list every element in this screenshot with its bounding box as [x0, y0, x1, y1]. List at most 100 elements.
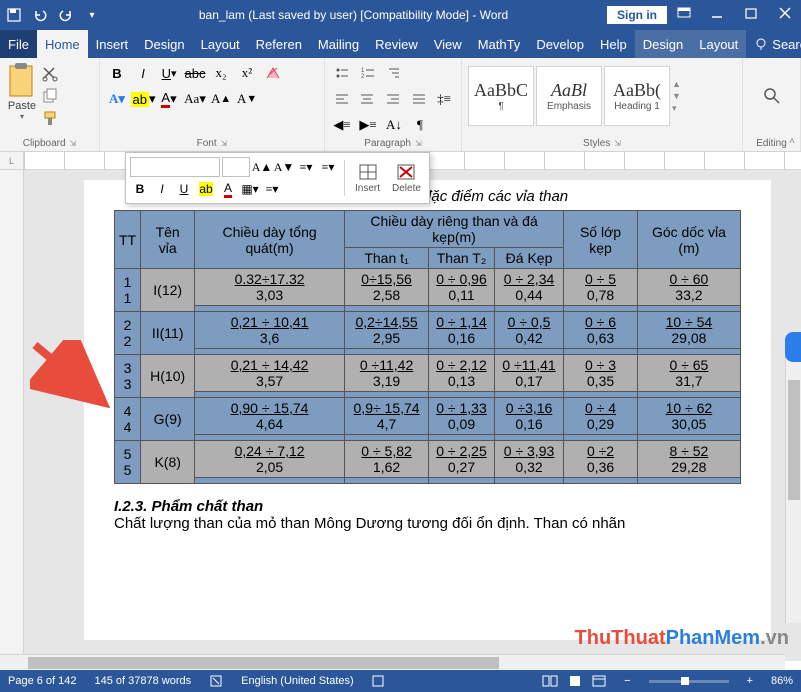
- mini-toolbar: A▲ A▼ ≡▾ ≡▾ B I U ab A ▦▾ ≡▾ Insert Dele…: [125, 152, 430, 204]
- align-left-button[interactable]: [331, 88, 353, 110]
- bullets-button[interactable]: [331, 62, 353, 84]
- format-painter-icon[interactable]: [42, 110, 58, 126]
- status-macro-icon[interactable]: [372, 675, 384, 687]
- status-language[interactable]: English (United States): [241, 675, 354, 687]
- paste-icon: [6, 62, 38, 100]
- horizontal-scrollbar[interactable]: [0, 654, 785, 670]
- tab-insert[interactable]: Insert: [88, 30, 137, 58]
- view-read-icon[interactable]: [542, 675, 558, 687]
- mini-font-color[interactable]: A: [218, 179, 238, 199]
- style-emphasis[interactable]: AaBlEmphasis: [536, 66, 602, 126]
- minimize-icon[interactable]: [711, 7, 727, 23]
- align-right-button[interactable]: [382, 88, 404, 110]
- strikethrough-button[interactable]: abc: [184, 62, 206, 84]
- status-page[interactable]: Page 6 of 142: [8, 675, 77, 687]
- grow-font-button[interactable]: A▲: [210, 88, 232, 110]
- multilevel-button[interactable]: [383, 62, 405, 84]
- mini-italic[interactable]: I: [152, 179, 172, 199]
- numbering-button[interactable]: 12: [357, 62, 379, 84]
- qat-dropdown-icon[interactable]: ▾: [84, 7, 100, 23]
- mini-grow-font[interactable]: A▲: [252, 157, 272, 177]
- ribbon-options-icon[interactable]: [677, 7, 693, 23]
- mini-borders-icon[interactable]: ▦▾: [240, 179, 260, 199]
- mini-delete-button[interactable]: Delete: [388, 163, 425, 194]
- line-spacing-button[interactable]: ‡≡: [433, 88, 455, 110]
- tab-review[interactable]: Review: [367, 30, 426, 58]
- tab-file[interactable]: File: [0, 30, 37, 58]
- shrink-font-button[interactable]: A▼: [236, 88, 258, 110]
- clipboard-launcher-icon[interactable]: ⇲: [70, 139, 77, 148]
- mini-bullets-icon[interactable]: ≡▾: [296, 157, 316, 177]
- styles-launcher-icon[interactable]: ⇲: [614, 139, 621, 148]
- mini-shrink-font[interactable]: A▼: [274, 157, 294, 177]
- find-icon[interactable]: [762, 86, 782, 106]
- undo-icon[interactable]: [32, 7, 48, 23]
- vertical-scrollbar[interactable]: [785, 340, 801, 623]
- mini-insert-button[interactable]: Insert: [351, 163, 384, 194]
- copy-icon[interactable]: [42, 88, 58, 104]
- font-launcher-icon[interactable]: ⇲: [221, 139, 228, 148]
- mini-font-name[interactable]: [130, 157, 220, 177]
- underline-button[interactable]: U▾: [158, 62, 180, 84]
- styles-down-icon[interactable]: ▼: [672, 91, 686, 101]
- tab-developer[interactable]: Develop: [528, 30, 592, 58]
- tab-design[interactable]: Design: [136, 30, 192, 58]
- status-words[interactable]: 145 of 37878 words: [95, 675, 192, 687]
- show-marks-button[interactable]: ¶: [409, 114, 431, 136]
- redo-icon[interactable]: [58, 7, 74, 23]
- tab-selector[interactable]: L: [0, 152, 24, 169]
- mini-bold[interactable]: B: [130, 179, 150, 199]
- align-center-button[interactable]: [357, 88, 379, 110]
- zoom-in-icon[interactable]: +: [747, 675, 753, 687]
- mini-align-icon[interactable]: ≡▾: [262, 179, 282, 199]
- cut-icon[interactable]: [42, 66, 58, 82]
- close-icon[interactable]: [779, 7, 795, 23]
- mini-underline[interactable]: U: [174, 179, 194, 199]
- highlight-button[interactable]: ab▾: [132, 88, 154, 110]
- mini-font-size[interactable]: [222, 157, 250, 177]
- style-normal[interactable]: AaBbC¶: [468, 66, 534, 126]
- paragraph-launcher-icon[interactable]: ⇲: [415, 139, 422, 148]
- data-table[interactable]: TT Tên vỉa Chiều dày tổng quát(m) Chiều …: [114, 210, 741, 484]
- sort-button[interactable]: A↓: [383, 114, 405, 136]
- superscript-button[interactable]: x²: [236, 62, 258, 84]
- increase-indent-button[interactable]: ▶≡: [357, 114, 379, 136]
- tab-mailings[interactable]: Mailing: [310, 30, 367, 58]
- font-color-button[interactable]: A▾: [158, 88, 180, 110]
- tab-view[interactable]: View: [426, 30, 470, 58]
- tab-layout[interactable]: Layout: [193, 30, 248, 58]
- zoom-level[interactable]: 86%: [771, 675, 793, 687]
- tab-table-layout[interactable]: Layout: [691, 30, 746, 58]
- tab-table-design[interactable]: Design: [635, 30, 691, 58]
- styles-up-icon[interactable]: ▲: [672, 79, 686, 89]
- zoom-out-icon[interactable]: −: [624, 675, 630, 687]
- text-effects-button[interactable]: A▾: [106, 88, 128, 110]
- view-print-icon[interactable]: [568, 675, 582, 687]
- collapse-ribbon-icon[interactable]: ˄: [789, 136, 795, 147]
- view-web-icon[interactable]: [592, 675, 606, 687]
- tab-mathtype[interactable]: MathTy: [470, 30, 529, 58]
- italic-button[interactable]: I: [132, 62, 154, 84]
- mini-highlight[interactable]: ab: [196, 179, 216, 199]
- paste-button[interactable]: Paste ▾: [6, 62, 38, 130]
- change-case-button[interactable]: Aa▾: [184, 88, 206, 110]
- tab-references[interactable]: Referen: [248, 30, 310, 58]
- styles-more-icon[interactable]: ▾: [672, 103, 686, 114]
- signin-button[interactable]: Sign in: [607, 6, 667, 24]
- status-spellcheck-icon[interactable]: [209, 674, 223, 688]
- subscript-button[interactable]: x₂: [210, 62, 232, 84]
- tab-help[interactable]: Help: [592, 30, 635, 58]
- decrease-indent-button[interactable]: ◀≡: [331, 114, 353, 136]
- vertical-ruler[interactable]: [0, 170, 24, 661]
- maximize-icon[interactable]: [745, 7, 761, 23]
- mini-numbering-icon[interactable]: ≡▾: [318, 157, 338, 177]
- tellme-search[interactable]: Search: [746, 30, 801, 58]
- save-icon[interactable]: [6, 7, 22, 23]
- zoom-slider[interactable]: [649, 680, 729, 683]
- justify-button[interactable]: [408, 88, 430, 110]
- side-tab-icon[interactable]: [785, 332, 801, 362]
- bold-button[interactable]: B: [106, 62, 128, 84]
- tab-home[interactable]: Home: [37, 30, 88, 58]
- style-heading1[interactable]: AaBb(Heading 1: [604, 66, 670, 126]
- clear-format-button[interactable]: [262, 62, 284, 84]
